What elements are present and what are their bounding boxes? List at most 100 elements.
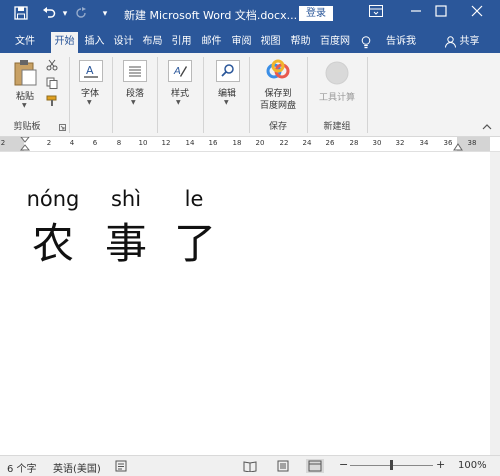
ruler-number: 28: [349, 139, 359, 147]
ruler-number: 12: [161, 139, 171, 147]
tab-references[interactable]: 引用: [168, 32, 195, 53]
pinyin-text: le: [184, 187, 204, 211]
svg-text:A: A: [173, 66, 181, 77]
document-page[interactable]: nóng shì le 农 事 了: [0, 152, 490, 455]
tab-file[interactable]: 文件: [9, 32, 41, 53]
tab-review[interactable]: 审阅: [228, 32, 255, 53]
right-indent-marker-icon[interactable]: [453, 143, 463, 151]
lightbulb-icon[interactable]: [359, 32, 373, 53]
web-layout-icon[interactable]: [306, 459, 324, 473]
ruler-number: 8: [116, 139, 122, 147]
left-indent-marker-icon[interactable]: [19, 136, 31, 151]
group-separator: [249, 57, 250, 133]
font-dropdown-icon[interactable]: ▼: [87, 99, 92, 106]
editing-button[interactable]: 编辑: [213, 86, 241, 99]
baidu-netdisk-icon[interactable]: [265, 58, 291, 82]
ruler-number: 34: [419, 139, 429, 147]
font-button[interactable]: 字体: [76, 86, 104, 99]
editing-search-icon[interactable]: [216, 60, 240, 82]
ruler-number: 30: [372, 139, 382, 147]
font-icon[interactable]: A: [79, 60, 103, 82]
tab-home[interactable]: 开始: [51, 32, 78, 53]
save-icon[interactable]: [13, 6, 29, 22]
status-bar: 6 个字 英语(美国) − + 100%: [0, 455, 500, 476]
group-separator: [157, 57, 158, 133]
ruler-number: 20: [255, 139, 265, 147]
pinyin-text: shì: [110, 187, 142, 211]
ruler-number: 26: [325, 139, 335, 147]
vertical-scrollbar[interactable]: [490, 152, 500, 455]
accessibility-icon[interactable]: [115, 460, 127, 472]
ruler-number: 18: [232, 139, 242, 147]
tab-design[interactable]: 设计: [110, 32, 137, 53]
tool-calc-icon: [325, 61, 349, 85]
ruler-number: 32: [395, 139, 405, 147]
hanzi-character: 了: [173, 219, 216, 268]
paragraph-icon[interactable]: [123, 60, 147, 82]
ribbon-display-options-icon[interactable]: [361, 4, 391, 24]
svg-text:A: A: [86, 64, 94, 77]
paste-icon[interactable]: [12, 59, 38, 86]
undo-dropdown-icon[interactable]: ▾: [57, 6, 73, 22]
customize-toolbar-icon[interactable]: ▾: [97, 6, 113, 22]
share-button[interactable]: 共享: [457, 32, 482, 53]
tell-me-search[interactable]: 告诉我: [381, 32, 421, 53]
copy-icon[interactable]: [46, 77, 58, 89]
tab-insert[interactable]: 插入: [81, 32, 108, 53]
clipboard-group-label: 剪贴板: [13, 122, 41, 132]
word-count[interactable]: 6 个字: [7, 460, 37, 475]
tab-help[interactable]: 帮助: [287, 32, 314, 53]
redo-icon[interactable]: [73, 6, 89, 22]
tab-layout[interactable]: 布局: [139, 32, 166, 53]
group-separator: [69, 57, 70, 133]
editing-dropdown-icon[interactable]: ▼: [224, 99, 229, 106]
ruler-number: 16: [208, 139, 218, 147]
ruler-number: 24: [302, 139, 312, 147]
paste-dropdown-icon[interactable]: ▼: [22, 102, 27, 109]
ruler-number: 22: [279, 139, 289, 147]
format-painter-icon[interactable]: [46, 95, 58, 107]
styles-icon[interactable]: A: [168, 60, 192, 82]
group-separator: [112, 57, 113, 133]
title-bar: ▾ ▾ 新建 Microsoft Word 文档.docx... 登录: [0, 0, 500, 29]
ribbon-tab-bar: 文件 开始 插入 设计 布局 引用 邮件 审阅 视图 帮助 百度网 告诉我 共享: [0, 29, 500, 53]
tab-baidu[interactable]: 百度网: [317, 32, 353, 53]
horizontal-ruler[interactable]: 2 2 4 6 8 10 12 14 16 18 20 22 24 26 28 …: [0, 136, 500, 152]
zoom-out-button[interactable]: −: [339, 458, 348, 471]
read-mode-icon[interactable]: [243, 460, 257, 473]
cut-icon[interactable]: [46, 59, 58, 71]
save-group-label: 保存: [268, 122, 287, 132]
collapse-ribbon-icon[interactable]: [482, 123, 492, 131]
group-separator: [367, 57, 368, 133]
ruler-number: 4: [69, 139, 75, 147]
paragraph-button[interactable]: 段落: [121, 86, 149, 99]
zoom-slider-thumb[interactable]: [390, 460, 393, 470]
ruler-number: 10: [138, 139, 148, 147]
tab-mailings[interactable]: 邮件: [198, 32, 225, 53]
group-separator: [307, 57, 308, 133]
styles-button[interactable]: 样式: [166, 86, 194, 99]
paragraph-dropdown-icon[interactable]: ▼: [131, 99, 136, 106]
ruler-number: 14: [185, 139, 195, 147]
hanzi-character: 农: [31, 219, 74, 268]
clipboard-launcher-icon[interactable]: [59, 123, 66, 131]
language-indicator[interactable]: 英语(美国): [53, 460, 101, 475]
undo-icon[interactable]: [41, 6, 57, 22]
login-button[interactable]: 登录: [299, 6, 333, 21]
styles-dropdown-icon[interactable]: ▼: [176, 99, 181, 106]
tab-view[interactable]: 视图: [257, 32, 284, 53]
share-person-icon[interactable]: [443, 32, 457, 53]
print-layout-icon[interactable]: [276, 460, 290, 472]
zoom-level[interactable]: 100%: [458, 460, 487, 471]
tool-calc-button: 工具计算: [318, 93, 355, 103]
pinyin-text: nóng: [26, 187, 80, 211]
save-to-baidu-button-line2[interactable]: 百度网盘: [254, 98, 302, 111]
maximize-icon[interactable]: [426, 4, 456, 24]
ribbon-home: 粘贴 ▼ 剪贴板 A 字体 ▼ 段落 ▼ A 样式 ▼ 编辑 ▼ 保存到 百度网: [0, 53, 500, 137]
ruler-number: 38: [467, 139, 477, 147]
close-icon[interactable]: [462, 4, 492, 24]
ruler-number: 6: [92, 139, 98, 147]
paste-button[interactable]: 粘贴: [10, 89, 40, 102]
zoom-in-button[interactable]: +: [436, 458, 445, 471]
group-separator: [203, 57, 204, 133]
